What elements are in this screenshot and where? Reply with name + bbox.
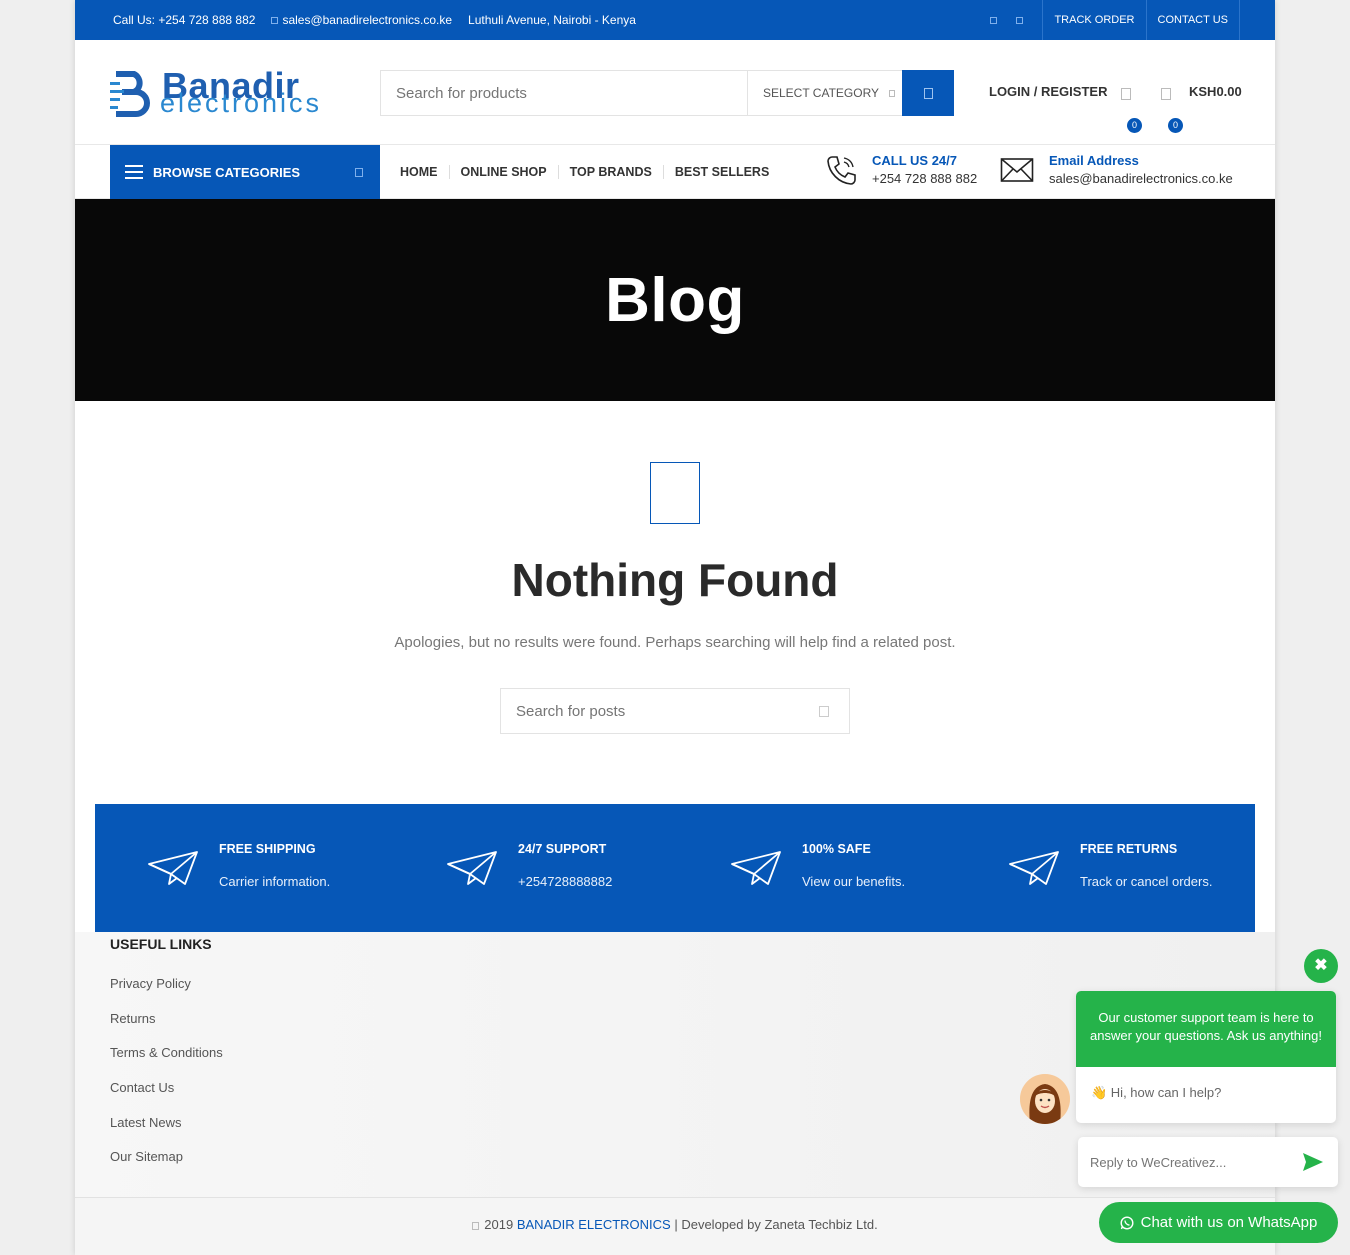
main-navigation-row: BROWSE CATEGORIES HOME ONLINE SHOP TOP B… — [75, 145, 1275, 199]
feature-free-returns: FREE RETURNS Track or cancel orders. — [1008, 842, 1212, 889]
post-search-input[interactable] — [501, 702, 819, 720]
feature-subtitle[interactable]: Carrier information. — [219, 874, 330, 889]
logo-text-bottom: electronics — [160, 88, 323, 118]
nav-item-online-shop[interactable]: ONLINE SHOP — [448, 165, 558, 179]
cart-total[interactable]: KSH0.00 — [1189, 84, 1242, 99]
footer-link-contact-us[interactable]: Contact Us — [110, 1080, 223, 1115]
chat-popup: Our customer support team is here to ans… — [1076, 991, 1336, 1123]
page-hero: Blog — [75, 199, 1275, 401]
no-results-icon — [650, 462, 700, 524]
copyright-brand-link[interactable]: BANADIR ELECTRONICS — [517, 1217, 671, 1232]
facebook-icon[interactable] — [990, 16, 998, 24]
footer-link-privacy-policy[interactable]: Privacy Policy — [110, 976, 223, 1011]
chat-close-button[interactable]: ✖ — [1304, 949, 1338, 983]
footer-link-sitemap[interactable]: Our Sitemap — [110, 1149, 223, 1184]
paper-plane-icon — [148, 851, 198, 885]
track-order-link[interactable]: TRACK ORDER — [1042, 0, 1145, 40]
search-icon[interactable] — [819, 705, 829, 717]
feature-title: FREE SHIPPING — [219, 842, 316, 856]
nav-item-top-brands[interactable]: TOP BRANDS — [557, 165, 663, 179]
topbar-phone: Call Us: +254 728 888 882 — [113, 13, 256, 27]
login-register-link[interactable]: LOGIN / REGISTER — [989, 84, 1107, 99]
product-search-input[interactable] — [381, 71, 747, 115]
feature-title: FREE RETURNS — [1080, 842, 1178, 856]
call-us-title: CALL US 24/7 — [872, 153, 958, 168]
product-search: SELECT CATEGORY — [380, 70, 954, 116]
chat-greeting: 👋 Hi, how can I help? — [1091, 1085, 1222, 1100]
mail-icon — [271, 17, 279, 25]
top-bar: Call Us: +254 728 888 882 sales@banadire… — [75, 0, 1275, 40]
page-title: Blog — [605, 265, 745, 335]
feature-title: 100% SAFE — [802, 842, 871, 856]
post-search — [500, 688, 850, 734]
email-info: Email Address sales@banadirelectronics.c… — [1000, 153, 1233, 186]
feature-title: 24/7 SUPPORT — [518, 842, 607, 856]
phone-icon — [827, 155, 856, 185]
paper-plane-icon — [731, 851, 781, 885]
support-agent-avatar — [1020, 1074, 1070, 1124]
topbar-address: Luthuli Avenue, Nairobi - Kenya — [468, 13, 636, 27]
developer-link[interactable]: Zaneta Techbiz Ltd. — [764, 1217, 877, 1232]
useful-links-list: Privacy Policy Returns Terms & Condition… — [110, 976, 223, 1184]
search-icon — [923, 87, 933, 99]
footer-link-latest-news[interactable]: Latest News — [110, 1115, 223, 1150]
feature-support: 24/7 SUPPORT +254728888882 — [446, 842, 612, 889]
main-menu: HOME ONLINE SHOP TOP BRANDS BEST SELLERS — [400, 145, 780, 199]
email-value[interactable]: sales@banadirelectronics.co.ke — [1049, 171, 1233, 186]
site-header: Banadir electronics SELECT CATEGORY LOGI… — [75, 40, 1275, 145]
copyright-icon — [472, 1221, 480, 1230]
hamburger-menu-icon — [125, 165, 143, 179]
chevron-down-icon — [355, 168, 363, 177]
call-us-info: CALL US 24/7 +254 728 888 882 — [825, 153, 977, 186]
features-bar: FREE SHIPPING Carrier information. 24/7 … — [95, 804, 1255, 932]
chevron-down-icon — [889, 89, 896, 97]
send-icon[interactable] — [1302, 1151, 1324, 1173]
email-title: Email Address — [1049, 153, 1139, 168]
nothing-found-heading: Nothing Found — [511, 554, 839, 606]
whatsapp-chat-button[interactable]: Chat with us on WhatsApp — [1099, 1202, 1338, 1243]
nav-item-best-sellers[interactable]: BEST SELLERS — [662, 165, 780, 179]
chat-header-text: Our customer support team is here to ans… — [1076, 991, 1336, 1067]
chat-reply-input[interactable] — [1090, 1154, 1302, 1170]
feature-subtitle[interactable]: Track or cancel orders. — [1080, 874, 1212, 889]
chat-reply-box — [1078, 1137, 1338, 1187]
footer-link-returns[interactable]: Returns — [110, 1011, 223, 1046]
feature-subtitle[interactable]: View our benefits. — [802, 874, 905, 889]
envelope-icon — [1000, 157, 1034, 182]
wishlist-icon[interactable] — [1121, 88, 1131, 100]
site-logo[interactable]: Banadir electronics — [110, 65, 360, 118]
feature-subtitle[interactable]: +254728888882 — [518, 874, 612, 889]
twitter-icon[interactable] — [1016, 16, 1024, 24]
category-select[interactable]: SELECT CATEGORY — [747, 71, 902, 115]
paper-plane-icon — [1009, 851, 1059, 885]
main-content: Nothing Found Apologies, but no results … — [75, 401, 1275, 804]
feature-safe: 100% SAFE View our benefits. — [730, 842, 905, 889]
feature-free-shipping: FREE SHIPPING Carrier information. — [147, 842, 330, 889]
nav-item-home[interactable]: HOME — [400, 165, 449, 179]
browse-categories-button[interactable]: BROWSE CATEGORIES — [110, 145, 380, 199]
wishlist-count-badge: 0 — [1127, 118, 1142, 133]
useful-links-heading: USEFUL LINKS — [110, 936, 212, 952]
logo-mark-icon — [110, 71, 150, 117]
footer-link-terms[interactable]: Terms & Conditions — [110, 1045, 223, 1080]
copyright-bar: 2019 BANADIR ELECTRONICS | Developed by … — [75, 1197, 1275, 1255]
paper-plane-icon — [447, 851, 497, 885]
nothing-found-message: Apologies, but no results were found. Pe… — [394, 634, 956, 651]
whatsapp-icon — [1120, 1215, 1134, 1230]
cart-count-badge: 0 — [1168, 118, 1183, 133]
product-search-button[interactable] — [902, 70, 954, 116]
contact-us-link[interactable]: CONTACT US — [1145, 0, 1240, 40]
cart-icon[interactable] — [1161, 88, 1171, 100]
call-us-number[interactable]: +254 728 888 882 — [872, 171, 977, 186]
topbar-email[interactable]: sales@banadirelectronics.co.ke — [271, 13, 452, 27]
